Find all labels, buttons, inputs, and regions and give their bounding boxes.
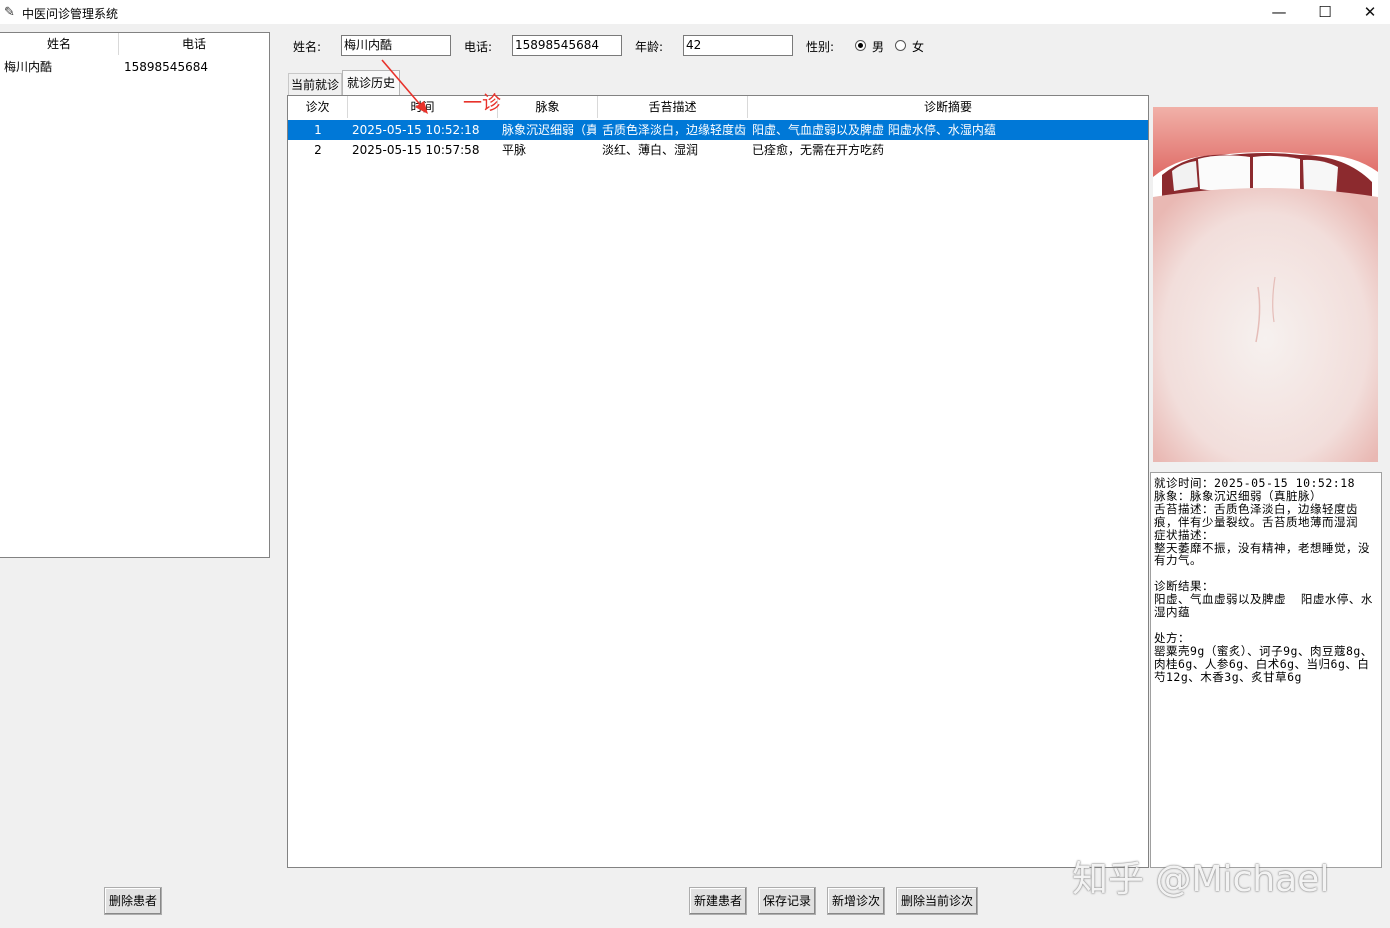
phone-input[interactable]: 15898545684	[512, 35, 622, 56]
title-bar: ✎ 中医问诊管理系统 — ☐ ✕	[0, 0, 1390, 24]
delete-patient-button[interactable]: 删除患者	[104, 887, 162, 915]
visit-summary: 已痊愈，无需在开方吃药	[752, 143, 885, 157]
patient-col-name-header[interactable]: 姓名	[0, 33, 119, 55]
patient-col-phone-header[interactable]: 电话	[119, 33, 269, 55]
name-label: 姓名:	[293, 40, 322, 54]
visit-time: 2025-05-15 10:52:18	[352, 123, 480, 137]
patient-list[interactable]: 姓名 电话 梅川内酷 15898545684	[0, 32, 270, 558]
visit-time: 2025-05-15 10:57:58	[352, 143, 480, 157]
tongue-image-area	[1150, 97, 1380, 467]
tab-current-visit[interactable]: 当前就诊	[288, 73, 342, 95]
save-record-button[interactable]: 保存记录	[758, 887, 816, 915]
gender-male-label[interactable]: 男	[872, 38, 884, 55]
watermark: 知乎 @Michael	[1072, 859, 1330, 900]
visit-detail-textbox[interactable]: 就诊时间：2025-05-15 10:52:18 脉象：脉象沉迟细弱（真脏脉） …	[1150, 472, 1382, 868]
age-label: 年龄:	[635, 40, 664, 54]
gender-male-radio[interactable]	[855, 40, 866, 51]
visit-history-table[interactable]: 诊次 时间 脉象 舌苔描述 诊断摘要 1 2025-05-15 10:52:18…	[287, 95, 1149, 868]
new-visit-button[interactable]: 新增诊次	[827, 887, 885, 915]
phone-label: 电话:	[464, 40, 493, 54]
patient-row[interactable]: 梅川内酷 15898545684	[0, 57, 269, 77]
visit-no: 2	[314, 143, 322, 157]
tongue-photo	[1153, 107, 1378, 462]
annotation-label: 一诊	[463, 92, 502, 114]
gender-female-radio[interactable]	[895, 40, 906, 51]
close-button[interactable]: ✕	[1347, 0, 1390, 24]
col-tongue-header[interactable]: 舌苔描述	[598, 96, 748, 118]
app-feather-icon: ✎	[4, 5, 15, 20]
visit-detail-text: 就诊时间：2025-05-15 10:52:18 脉象：脉象沉迟细弱（真脏脉） …	[1154, 476, 1373, 684]
new-patient-button[interactable]: 新建患者	[689, 887, 747, 915]
minimize-button[interactable]: —	[1256, 0, 1302, 24]
name-input[interactable]: 梅川内酷	[341, 35, 451, 56]
gender-female-label[interactable]: 女	[912, 38, 924, 55]
patient-phone: 15898545684	[124, 60, 208, 74]
window-title: 中医问诊管理系统	[22, 7, 119, 21]
col-pulse-header[interactable]: 脉象	[498, 96, 598, 118]
visit-no: 1	[314, 123, 322, 137]
visit-pulse: 脉象沉迟细弱（真	[502, 123, 596, 137]
visit-pulse: 平脉	[502, 143, 527, 157]
age-input[interactable]: 42	[683, 35, 793, 56]
maximize-button[interactable]: ☐	[1302, 0, 1348, 24]
visit-summary: 阳虚、气血虚弱以及脾虚 阳虚水停、水湿内蕴	[752, 123, 996, 137]
col-summary-header[interactable]: 诊断摘要	[748, 96, 1148, 118]
patient-name: 梅川内酷	[4, 60, 53, 74]
visit-tongue: 淡红、薄白、湿润	[602, 143, 699, 157]
delete-current-visit-button[interactable]: 删除当前诊次	[896, 887, 978, 915]
table-row[interactable]: 2 2025-05-15 10:57:58 平脉 淡红、薄白、湿润 已痊愈，无需…	[288, 140, 1148, 160]
col-visit-no-header[interactable]: 诊次	[288, 96, 348, 118]
annotation-arrow	[381, 59, 428, 114]
visit-tongue: 舌质色泽淡白，边缘轻度齿	[602, 123, 746, 137]
table-row[interactable]: 1 2025-05-15 10:52:18 脉象沉迟细弱（真 舌质色泽淡白，边缘…	[288, 120, 1148, 140]
gender-label: 性别:	[806, 40, 835, 54]
